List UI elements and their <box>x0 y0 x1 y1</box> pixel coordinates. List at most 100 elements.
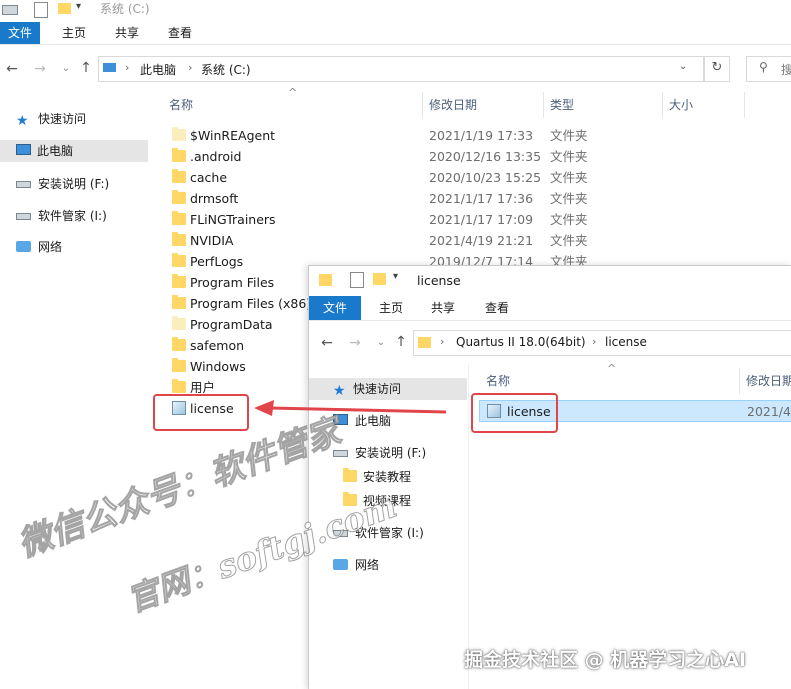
drive-icon <box>16 181 31 188</box>
tab-file[interactable]: 文件 <box>0 22 40 44</box>
file-name: Windows <box>190 359 246 374</box>
breadcrumb-this-pc[interactable]: 此电脑 <box>140 61 176 78</box>
file-name: FLiNGTrainers <box>190 212 276 227</box>
up-arrow-icon[interactable]: ↑ <box>78 60 94 76</box>
list-item[interactable]: drmsoft 2021/1/17 17:36 文件夹 <box>152 188 588 209</box>
nav-network[interactable]: 网络 <box>16 236 146 258</box>
folder-icon <box>343 468 357 482</box>
file-name: .android <box>190 149 242 164</box>
back-column-header: ^ 名称 修改日期 类型 大小 <box>152 86 791 118</box>
folder-icon <box>172 253 186 267</box>
tab-view[interactable]: 查看 <box>168 22 192 44</box>
search-box[interactable]: ⚲ 搜 <box>746 56 791 82</box>
list-item[interactable]: FLiNGTrainers 2021/1/17 17:09 文件夹 <box>152 209 588 230</box>
column-date-modified[interactable]: 修改日期 <box>746 368 791 394</box>
nav-quick-access[interactable]: ★ 快速访问 <box>309 378 467 400</box>
column-date-modified[interactable]: 修改日期 <box>429 92 477 118</box>
folder-icon <box>172 127 186 141</box>
file-type: 文件夹 <box>550 149 588 164</box>
address-dropdown-icon[interactable]: ⌄ <box>679 61 687 72</box>
highlight-box <box>153 394 249 431</box>
file-type: 文件夹 <box>550 191 588 206</box>
folder-icon <box>172 379 186 393</box>
file-name: cache <box>190 170 228 185</box>
sort-ascending-icon: ^ <box>607 362 617 375</box>
nav-drive-i[interactable]: 软件管家 (I:) <box>16 205 146 227</box>
breadcrumb-chevron-icon: › <box>188 61 193 74</box>
tab-home[interactable]: 主页 <box>62 22 86 44</box>
nav-label: 软件管家 (I:) <box>38 209 107 223</box>
nav-folder-tutorial[interactable]: 安装教程 <box>343 466 463 488</box>
properties-icon[interactable] <box>34 2 48 18</box>
drive-icon <box>16 213 31 220</box>
breadcrumb-license[interactable]: license <box>605 335 647 349</box>
front-explorer-window: ▾ license 文件 主页 共享 查看 ← → ⌄ ↑ › Quartus … <box>308 265 791 689</box>
column-type[interactable]: 类型 <box>550 92 574 118</box>
breadcrumb-chevron-icon: › <box>440 335 445 348</box>
folder-icon <box>418 337 431 348</box>
recent-dropdown-icon[interactable]: ⌄ <box>373 335 389 351</box>
folder-icon <box>319 274 332 286</box>
star-icon: ★ <box>16 113 29 129</box>
column-divider[interactable] <box>662 92 663 118</box>
tab-share[interactable]: 共享 <box>431 296 455 318</box>
nav-label: 快速访问 <box>353 382 402 396</box>
refresh-button[interactable]: ↻ <box>704 56 730 82</box>
drive-icon <box>2 5 18 15</box>
tab-file[interactable]: 文件 <box>309 296 361 320</box>
list-item[interactable]: Program Files <box>152 272 302 293</box>
forward-arrow-icon[interactable]: → <box>347 335 363 351</box>
search-icon: ⚲ <box>759 60 768 74</box>
tab-home[interactable]: 主页 <box>379 296 403 318</box>
list-item[interactable]: Windows <box>152 356 302 377</box>
address-input[interactable]: › Quartus II 18.0(64bit) › license <box>413 330 791 356</box>
quick-access-dropdown[interactable]: ▾ <box>76 1 81 12</box>
list-item[interactable]: .android 2020/12/16 13:35 文件夹 <box>152 146 588 167</box>
list-item[interactable]: cache 2020/10/23 15:25 文件夹 <box>152 167 588 188</box>
column-divider[interactable] <box>744 92 745 118</box>
new-folder-icon[interactable] <box>373 273 386 285</box>
back-arrow-icon[interactable]: ← <box>319 335 335 351</box>
tab-view[interactable]: 查看 <box>485 296 509 318</box>
recent-dropdown-icon[interactable]: ⌄ <box>58 61 74 77</box>
nav-network[interactable]: 网络 <box>333 554 463 576</box>
address-input[interactable]: › 此电脑 › 系统 (C:) ⌄ <box>98 56 704 82</box>
file-name: Program Files (x86) <box>190 296 312 311</box>
breadcrumb-quartus[interactable]: Quartus II 18.0(64bit) <box>456 335 586 349</box>
file-date: 2021/4/19 21:21 <box>429 233 534 248</box>
nav-drive-f[interactable]: 安装说明 (F:) <box>333 442 463 464</box>
forward-arrow-icon[interactable]: → <box>32 61 48 77</box>
list-item[interactable]: NVIDIA 2021/4/19 21:21 文件夹 <box>152 230 588 251</box>
folder-icon <box>172 316 186 330</box>
nav-label: 网络 <box>355 558 380 572</box>
folder-icon <box>172 211 186 225</box>
file-date: 2021/1/17 17:09 <box>429 212 534 227</box>
folder-icon <box>172 190 186 204</box>
nav-quick-access[interactable]: ★ 快速访问 <box>16 108 146 130</box>
pane-divider <box>468 364 469 689</box>
column-name[interactable]: 名称 <box>486 368 510 394</box>
list-item[interactable]: Program Files (x86) <box>152 293 311 314</box>
column-divider[interactable] <box>543 92 544 118</box>
column-divider[interactable] <box>739 368 740 394</box>
list-item[interactable]: ProgramData <box>152 314 302 335</box>
nav-drive-f[interactable]: 安装说明 (F:) <box>16 173 146 195</box>
properties-icon[interactable] <box>350 272 364 288</box>
file-date: 2020/10/23 15:25 <box>429 170 542 185</box>
list-item[interactable]: safemon <box>152 335 302 356</box>
nav-this-pc[interactable]: 此电脑 <box>0 140 148 162</box>
column-name[interactable]: 名称 <box>169 92 193 118</box>
back-arrow-icon[interactable]: ← <box>4 61 20 77</box>
column-size[interactable]: 大小 <box>669 92 693 118</box>
list-item[interactable]: $WinREAgent 2021/1/19 17:33 文件夹 <box>152 125 588 146</box>
highlight-box <box>471 393 558 433</box>
front-address-bar: ← → ⌄ ↑ › Quartus II 18.0(64bit) › licen… <box>309 328 791 356</box>
back-window-title: 系统 (C:) <box>100 2 150 16</box>
quick-access-dropdown[interactable]: ▾ <box>393 271 398 282</box>
column-divider[interactable] <box>422 92 423 118</box>
up-arrow-icon[interactable]: ↑ <box>393 334 409 350</box>
tab-share[interactable]: 共享 <box>115 22 139 44</box>
new-folder-icon[interactable] <box>58 3 71 14</box>
folder-icon <box>172 295 186 309</box>
breadcrumb-drive-c[interactable]: 系统 (C:) <box>201 61 251 78</box>
